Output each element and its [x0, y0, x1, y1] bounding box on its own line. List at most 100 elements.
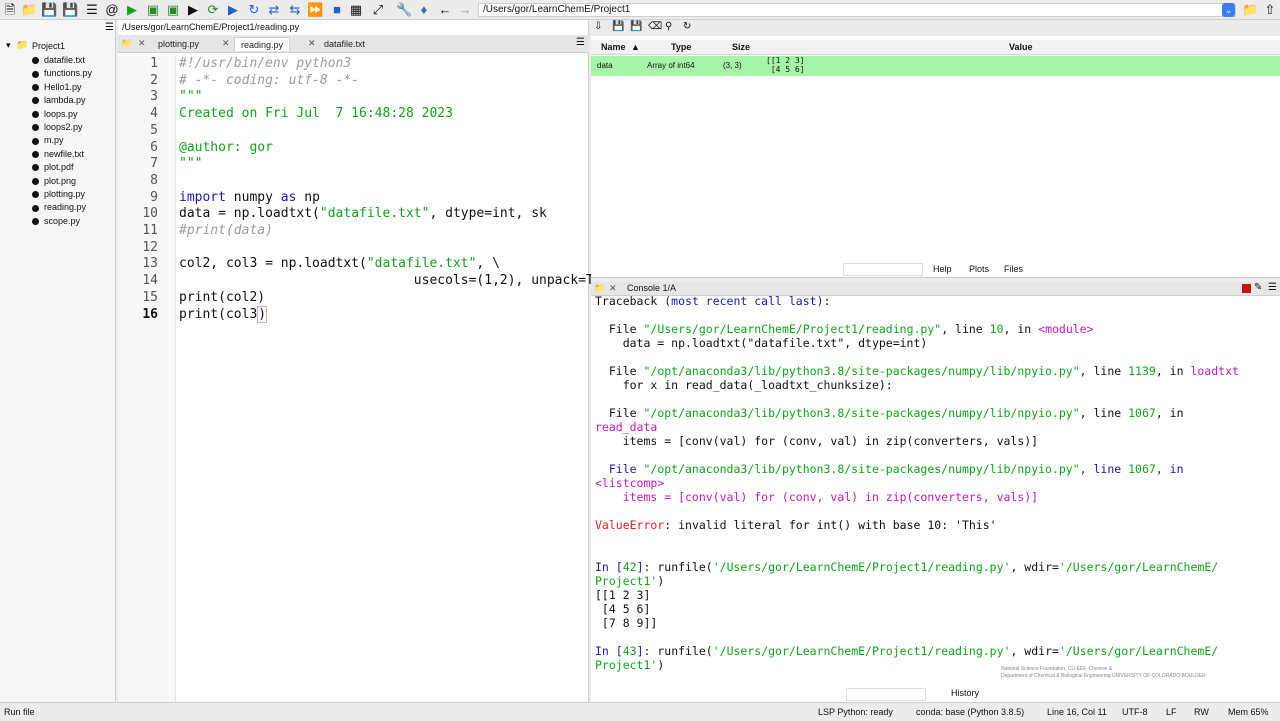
file-item[interactable]: loops.py	[32, 108, 78, 121]
code-line-15[interactable]: print(col2)	[179, 290, 265, 305]
lsp-status[interactable]: LSP Python: ready	[818, 703, 893, 721]
file-bullet-icon	[32, 57, 39, 65]
col-name[interactable]: Name	[601, 42, 626, 52]
col-type[interactable]: Type	[671, 42, 691, 52]
close-tab-icon[interactable]: ✕	[609, 283, 617, 294]
maximize-icon[interactable]: ⤢	[370, 2, 386, 18]
col-value[interactable]: Value	[1009, 42, 1033, 52]
run-cell-advance-icon[interactable]: ▣	[165, 2, 181, 18]
code-line-14[interactable]: usecols=(1,2), unpack=T	[179, 273, 594, 288]
code-line-3[interactable]: """	[179, 89, 202, 104]
code-line-9[interactable]: import numpy as np	[179, 190, 320, 205]
save-as-icon[interactable]: 💾	[630, 21, 642, 32]
file-item[interactable]: plot.pdf	[32, 161, 74, 174]
file-item[interactable]: functions.py	[32, 67, 92, 80]
python-icon[interactable]: ♦	[416, 2, 432, 18]
tab-reading[interactable]: reading.py	[234, 37, 291, 51]
tab-help[interactable]: Help	[933, 264, 952, 278]
chevron-down-icon[interactable]: ⌄	[1222, 3, 1235, 17]
working-directory-input[interactable]: /Users/gor/LearnChemE/Project1 ⌄	[478, 3, 1236, 17]
forward-arrow-icon[interactable]: →	[457, 2, 473, 18]
list-icon[interactable]: ☰	[84, 2, 100, 18]
reload-icon[interactable]: ⟳	[205, 2, 221, 18]
tab-datafile[interactable]: datafile.txt	[324, 37, 365, 51]
file-bullet-icon	[32, 124, 39, 132]
code-line-4[interactable]: Created on Fri Jul 7 16:48:28 2023	[179, 106, 453, 121]
file-item[interactable]: lambda.py	[32, 94, 86, 107]
var-value-line2: [4 5 6]	[766, 65, 805, 74]
close-tab-icon[interactable]: ✕	[138, 38, 146, 49]
browse-tabs-icon[interactable]: 📁	[121, 38, 132, 49]
search-icon[interactable]: ⚲	[665, 21, 672, 32]
code-line-10[interactable]: data = np.loadtxt("datafile.txt", dtype=…	[179, 206, 547, 221]
code-line-13[interactable]: col2, col3 = np.loadtxt("datafile.txt", …	[179, 256, 500, 271]
save-data-icon[interactable]: 💾	[612, 21, 624, 32]
file-item[interactable]: reading.py	[32, 201, 86, 214]
conda-status[interactable]: conda: base (Python 3.8.5)	[916, 703, 1024, 721]
import-data-icon[interactable]: ⇩	[594, 21, 602, 32]
file-item[interactable]: plotting.py	[32, 188, 85, 201]
pane-menu-icon[interactable]: ☰	[1268, 282, 1277, 293]
parent-folder-icon[interactable]: ⇧	[1262, 2, 1278, 18]
file-item[interactable]: Hello1.py	[32, 81, 82, 94]
step-icon[interactable]: ↻	[246, 2, 262, 18]
tab-files[interactable]: Files	[1004, 264, 1023, 278]
col-size[interactable]: Size	[732, 42, 750, 52]
step-into-icon[interactable]: ⇄	[266, 2, 282, 18]
stop-kernel-icon[interactable]	[1242, 284, 1251, 293]
preferences-icon[interactable]: ▦	[348, 2, 364, 18]
variable-row[interactable]: data Array of int64 (3, 3) [[1 2 3] [4 5…	[591, 56, 1280, 76]
console-line: for x in read_data(_loadtxt_chunksize):	[595, 378, 893, 392]
code-line-11[interactable]: #print(data)	[179, 223, 273, 238]
step-return-icon[interactable]: ⇆	[287, 2, 303, 18]
erase-icon[interactable]: ⌫	[648, 21, 662, 32]
file-item[interactable]: newfile.txt	[32, 148, 84, 161]
close-tab-icon[interactable]: ✕	[308, 38, 316, 49]
save-icon[interactable]: 💾	[41, 2, 57, 18]
file-item[interactable]: scope.py	[32, 215, 80, 228]
close-tab-icon[interactable]: ✕	[222, 38, 230, 49]
new-file-icon[interactable]: 🗎	[2, 2, 18, 18]
back-arrow-icon[interactable]: ←	[437, 2, 453, 18]
file-bullet-icon	[32, 110, 39, 118]
code-line-1[interactable]: #!/usr/bin/env python3	[179, 56, 351, 71]
file-name: datafile.txt	[44, 55, 86, 65]
code-line-2[interactable]: # -*- coding: utf-8 -*-	[179, 73, 359, 88]
line-number: 15	[142, 289, 158, 305]
browse-folder-icon[interactable]: 📁	[1242, 2, 1258, 18]
console-line: items = [conv(val) for (conv, val) in zi…	[595, 490, 1039, 504]
tab-plots[interactable]: Plots	[969, 264, 989, 278]
file-item[interactable]: datafile.txt	[32, 54, 85, 67]
file-item[interactable]: plot.png	[32, 175, 76, 188]
run-selection-icon[interactable]: ▶	[185, 2, 201, 18]
debug-icon[interactable]: ▶	[225, 2, 241, 18]
file-name: lambda.py	[44, 95, 86, 106]
project-root[interactable]: Project1	[32, 40, 65, 53]
run-cell-icon[interactable]: ▣	[145, 2, 161, 18]
tab-plotting[interactable]: plotting.py	[158, 37, 199, 51]
continue-icon[interactable]: ⏩	[307, 2, 323, 18]
file-name: plot.png	[44, 175, 77, 186]
file-bullet-icon	[32, 217, 39, 225]
browse-tabs-icon[interactable]: 📁	[594, 283, 605, 294]
run-icon[interactable]: ▶	[124, 2, 140, 18]
refresh-icon[interactable]: ↻	[683, 21, 691, 32]
stop-icon[interactable]: ■	[329, 2, 345, 18]
collapse-icon[interactable]: ▾	[6, 40, 11, 51]
edit-icon[interactable]: ✎	[1254, 282, 1262, 293]
pane-menu-icon[interactable]: ☰	[105, 22, 114, 33]
at-icon[interactable]: @	[104, 2, 120, 18]
code-line-6[interactable]: @author: gor	[179, 140, 273, 155]
file-item[interactable]: loops2.py	[32, 121, 83, 134]
tab-history[interactable]: History	[951, 688, 979, 698]
file-bullet-icon	[32, 83, 39, 91]
open-folder-icon[interactable]: 📁	[21, 2, 37, 18]
save-all-icon[interactable]: 💾	[62, 2, 78, 18]
file-name: loops2.py	[44, 122, 83, 132]
code-line-7[interactable]: """	[179, 156, 202, 171]
tab-console[interactable]: Console 1/A	[627, 283, 676, 293]
wrench-icon[interactable]: 🔧	[396, 2, 412, 18]
pane-menu-icon[interactable]: ☰	[576, 37, 585, 48]
code-line-16[interactable]: print(col3)	[179, 305, 268, 323]
file-item[interactable]: m.py	[32, 134, 64, 147]
